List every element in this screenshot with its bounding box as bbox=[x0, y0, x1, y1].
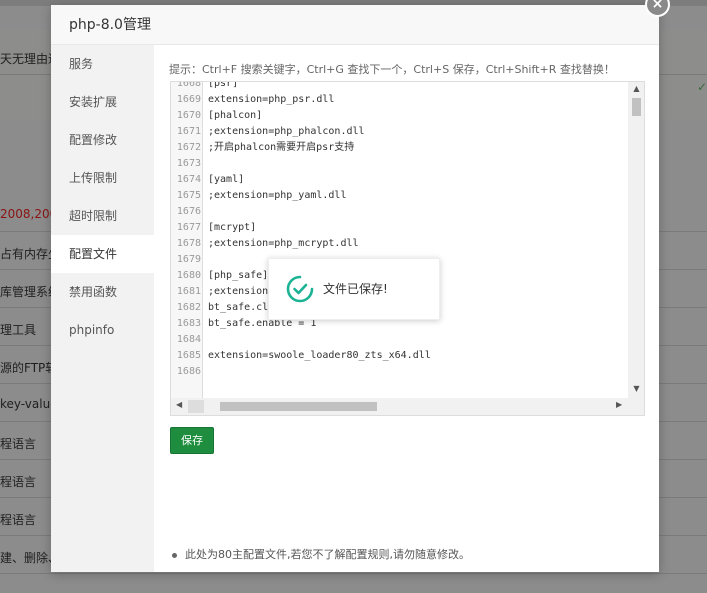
code-line[interactable]: [php_safe] bbox=[208, 268, 268, 284]
background-row-text: 程语言 bbox=[0, 437, 37, 451]
sidebar-item-3[interactable]: 配置修改 bbox=[51, 121, 154, 159]
check-circle-icon bbox=[286, 275, 314, 303]
code-line[interactable]: [yaml] bbox=[208, 172, 244, 188]
sidebar-item-1[interactable]: 服务 bbox=[51, 45, 154, 83]
sidebar-item-5[interactable]: 超时限制 bbox=[51, 197, 154, 235]
line-number: 1671 bbox=[176, 126, 201, 137]
bullet-icon bbox=[172, 552, 177, 558]
toast-message: 文件已保存! bbox=[323, 282, 388, 296]
line-number: 1676 bbox=[176, 206, 201, 217]
line-number: 1678 bbox=[176, 238, 201, 249]
background-row-divider bbox=[0, 573, 707, 574]
sidebar-item-4[interactable]: 上传限制 bbox=[51, 159, 154, 197]
code-line[interactable]: ;extension= bbox=[208, 284, 274, 300]
config-note-text: 此处为80主配置文件,若您不了解配置规则,请勿随意修改。 bbox=[185, 548, 470, 561]
horizontal-scrollbar[interactable]: ◀ ▶ bbox=[171, 398, 644, 415]
line-number: 1682 bbox=[176, 302, 201, 313]
vertical-scroll-thumb[interactable] bbox=[632, 98, 641, 116]
code-line[interactable]: [phalcon] bbox=[208, 108, 262, 124]
scroll-right-icon[interactable]: ▶ bbox=[616, 400, 622, 409]
dialog-sidebar: 服务 安装扩展 配置修改 上传限制 超时限制 配置文件 禁用函数 phpinfo bbox=[51, 45, 154, 572]
code-line[interactable]: extension=php_psr.dll bbox=[208, 92, 334, 108]
scroll-left-icon[interactable]: ◀ bbox=[176, 400, 182, 409]
background-row-text: 程语言 bbox=[0, 475, 37, 489]
line-number: 1685 bbox=[176, 350, 201, 361]
sidebar-item-2[interactable]: 安装扩展 bbox=[51, 83, 154, 121]
gutter-scroll-box bbox=[188, 400, 204, 413]
horizontal-scroll-thumb[interactable] bbox=[220, 402, 377, 411]
code-line[interactable]: [mcrypt] bbox=[208, 220, 256, 236]
line-number: 1680 bbox=[176, 270, 201, 281]
line-number: 1673 bbox=[176, 158, 201, 169]
code-line[interactable]: extension=swoole_loader80_zts_x64.dll bbox=[208, 348, 431, 364]
sidebar-item-6[interactable]: 配置文件 bbox=[51, 235, 154, 273]
sidebar-item-7[interactable]: 禁用函数 bbox=[51, 273, 154, 311]
shortcut-tip: 提示：Ctrl+F 搜索关键字，Ctrl+G 查找下一个，Ctrl+S 保存，C… bbox=[169, 63, 615, 76]
save-button[interactable]: 保存 bbox=[170, 427, 214, 454]
line-number: 1679 bbox=[176, 254, 201, 265]
code-editor[interactable]: 1668 [psr] 1669 extension=php_psr.dll 1670 [p… bbox=[170, 81, 645, 416]
background-row-text: 程语言 bbox=[0, 513, 37, 527]
line-number: 1669 bbox=[176, 94, 201, 105]
line-number: 1686 bbox=[176, 366, 201, 377]
line-number: 1670 bbox=[176, 110, 201, 121]
code-line[interactable]: bt_safe.cli bbox=[208, 300, 274, 316]
line-number: 1677 bbox=[176, 222, 201, 233]
line-number: 1672 bbox=[176, 142, 201, 153]
code-line[interactable]: ;开启phalcon需要开启psr支持 bbox=[208, 140, 354, 156]
line-number: 1681 bbox=[176, 286, 201, 297]
code-line[interactable]: ;extension=php_mcrypt.dll bbox=[208, 236, 359, 252]
line-number: 1683 bbox=[176, 318, 201, 329]
line-number: 1674 bbox=[176, 174, 201, 185]
code-line[interactable]: ;extension=php_phalcon.dll bbox=[208, 124, 365, 140]
line-number: 1675 bbox=[176, 190, 201, 201]
line-number: 1668 bbox=[176, 81, 201, 89]
dialog-title: php-8.0管理 bbox=[51, 5, 659, 45]
scroll-down-icon[interactable]: ▼ bbox=[628, 384, 644, 393]
code-line[interactable]: ;extension=php_yaml.dll bbox=[208, 188, 346, 204]
code-line[interactable]: [psr] bbox=[208, 82, 238, 92]
saved-toast: 文件已保存! bbox=[268, 258, 440, 320]
scroll-up-icon[interactable]: ▲ bbox=[628, 84, 644, 93]
vertical-scrollbar[interactable]: ▲ ▼ bbox=[628, 82, 644, 398]
sidebar-item-8[interactable]: phpinfo bbox=[51, 311, 154, 349]
background-row-text: 理工具 bbox=[0, 323, 37, 337]
background-row-text: key-value bbox=[0, 397, 58, 411]
config-note: 此处为80主配置文件,若您不了解配置规则,请勿随意修改。 bbox=[172, 546, 470, 562]
line-number: 1684 bbox=[176, 334, 201, 345]
check-icon: ✓ bbox=[697, 80, 707, 94]
